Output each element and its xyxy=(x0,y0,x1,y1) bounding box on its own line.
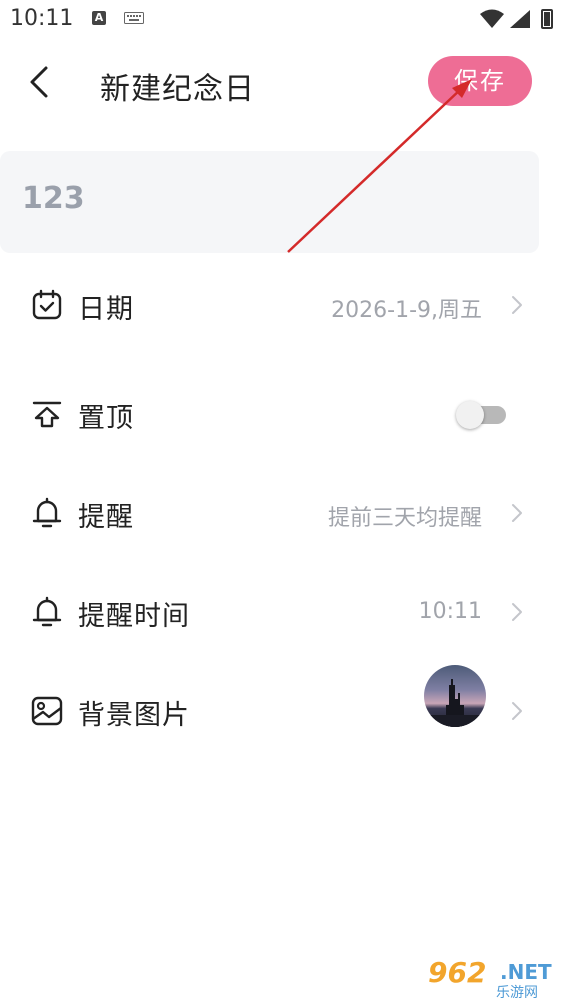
row-reminder-value: 提前三天均提醒 xyxy=(327,506,482,531)
status-bar: 10:11 A xyxy=(0,0,564,38)
row-reminder-time[interactable]: 提醒时间 10:11 xyxy=(0,582,564,642)
signal-icon xyxy=(510,10,530,28)
chevron-right-icon xyxy=(512,702,522,720)
row-pin-top-label: 置顶 xyxy=(78,403,134,434)
watermark-logo: 962 .NET 乐游网 xyxy=(426,956,558,1001)
watermark-suffix: .NET xyxy=(500,960,552,984)
watermark-number: 962 xyxy=(428,956,487,989)
image-icon xyxy=(31,696,63,726)
status-time: 10:11 xyxy=(10,6,74,31)
chevron-left-icon xyxy=(30,66,48,98)
toggle-knob xyxy=(456,401,484,429)
bell-icon xyxy=(32,596,62,627)
background-thumbnail-image xyxy=(424,679,486,727)
row-background-image-label: 背景图片 xyxy=(78,700,190,731)
row-date-label: 日期 xyxy=(78,294,134,325)
keyboard-icon xyxy=(124,12,144,24)
chevron-right-icon xyxy=(512,603,522,621)
wifi-icon xyxy=(480,9,504,28)
save-button[interactable]: 保存 xyxy=(428,56,532,106)
row-date-value: 2026-1-9,周五 xyxy=(331,298,482,323)
row-pin-top: 置顶 xyxy=(0,384,564,444)
row-reminder-time-value: 10:11 xyxy=(418,599,482,624)
notification-a-icon: A xyxy=(92,11,106,25)
row-reminder-time-label: 提醒时间 xyxy=(78,601,190,632)
calendar-check-icon xyxy=(32,289,62,320)
row-date[interactable]: 日期 2026-1-9,周五 xyxy=(0,275,564,335)
chevron-right-icon xyxy=(512,296,522,314)
pin-top-icon xyxy=(32,401,62,428)
back-button[interactable] xyxy=(24,60,64,104)
row-reminder-label: 提醒 xyxy=(78,502,134,533)
pin-top-toggle[interactable] xyxy=(456,400,510,429)
page-title: 新建纪念日 xyxy=(100,72,255,107)
name-input[interactable]: 123 xyxy=(22,181,85,216)
row-reminder[interactable]: 提醒 提前三天均提醒 xyxy=(0,483,564,543)
row-background-image[interactable]: 背景图片 xyxy=(0,665,564,741)
bell-icon xyxy=(32,497,62,528)
watermark-cn: 乐游网 xyxy=(496,985,538,1001)
status-icons xyxy=(480,9,553,29)
header: 新建纪念日 保存 xyxy=(0,50,564,116)
background-thumbnail[interactable] xyxy=(424,665,486,727)
name-input-card[interactable]: 123 xyxy=(0,151,539,253)
chevron-right-icon xyxy=(512,504,522,522)
